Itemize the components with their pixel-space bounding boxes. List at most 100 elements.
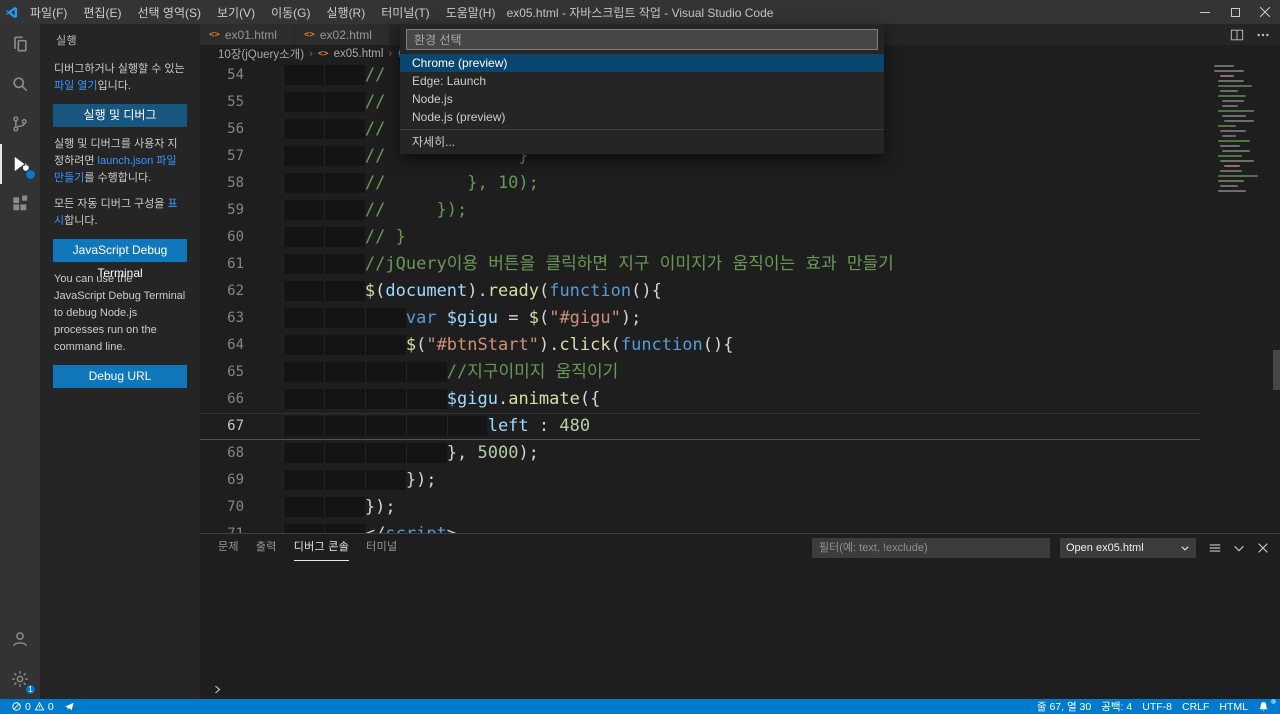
error-icon (12, 702, 21, 711)
indentation[interactable]: 공백: 4 (1096, 699, 1137, 714)
more-actions-icon[interactable] (1256, 28, 1270, 42)
minimap-mark (1224, 165, 1240, 167)
code-text: // }); (283, 197, 467, 224)
breadcrumb-item-folder[interactable]: 10장(jQuery소개) (218, 46, 304, 62)
quick-pick-item[interactable]: 자세히... (400, 133, 884, 151)
editor-tab[interactable]: <> ex01.html (200, 24, 295, 45)
line-number: 65 (227, 364, 244, 380)
minimap[interactable] (1210, 62, 1272, 195)
warning-icon (34, 701, 45, 711)
cursor-position[interactable]: 줄 67, 열 30 (1032, 699, 1096, 714)
notifications-button[interactable] (1253, 699, 1276, 712)
run-and-debug-button[interactable]: 실행 및 디버그 (53, 104, 187, 127)
quick-pick-separator (400, 129, 884, 130)
code-line[interactable]: 66 $gigu.animate({ (200, 386, 1200, 413)
code-text: </script> (283, 521, 457, 533)
minimap-mark (1218, 80, 1244, 82)
sidebar-item-explorer[interactable] (0, 24, 40, 64)
js-debug-terminal-button[interactable]: JavaScript Debug Terminal (53, 239, 187, 280)
quick-pick-item[interactable]: Chrome (preview) (400, 54, 884, 72)
code-line[interactable]: 61 //jQuery이용 버튼을 클릭하면 지구 이미지가 움직이는 효과 만… (200, 251, 1200, 278)
code-text: }); (283, 467, 437, 494)
code-line[interactable]: 58 // }, 10); (200, 170, 1200, 197)
panel-tab[interactable]: 출력 (256, 534, 277, 561)
minimap-mark (1220, 160, 1254, 162)
tab-bar-tabs: <> ex01.html <> ex02.html (200, 24, 390, 45)
minimap-mark (1220, 145, 1240, 147)
code-line[interactable]: 63 var $gigu = $("#gigu"); (200, 305, 1200, 332)
console-session-select[interactable]: Open ex05.html (1060, 537, 1196, 558)
menu-item[interactable]: 파일(F) (22, 0, 75, 24)
split-editor-icon[interactable] (1230, 28, 1244, 42)
sidebar-text: 모든 자동 디버그 구성을 표시합니다. (54, 198, 178, 227)
debug-console-output (200, 561, 1280, 680)
menu-item[interactable]: 이동(G) (263, 0, 318, 24)
code-line[interactable]: 68 }, 5000); (200, 440, 1200, 467)
panel-tabs: 문제 출력 디버그 콘솔 터미널 (218, 534, 397, 561)
menu-item[interactable]: 선택 영역(S) (129, 0, 209, 24)
minimap-mark (1218, 125, 1236, 127)
activity-bar: 1 (0, 24, 40, 699)
panel-menu-icon[interactable] (1208, 541, 1222, 555)
maximize-button[interactable] (1220, 0, 1250, 24)
panel-tab[interactable]: 디버그 콘솔 (293, 534, 350, 561)
settings-button[interactable]: 1 (0, 659, 40, 699)
sidebar-item-source-control[interactable] (0, 104, 40, 144)
problems-status[interactable]: 0 0 (6, 701, 59, 713)
quick-pick-item[interactable]: Edge: Launch (400, 72, 884, 90)
minimize-button[interactable] (1190, 0, 1220, 24)
sidebar-item-run-and-debug[interactable] (0, 144, 40, 184)
line-number: 70 (227, 499, 244, 515)
sidebar-item-search[interactable] (0, 64, 40, 104)
code-line[interactable]: 69 }); (200, 467, 1200, 494)
eol[interactable]: CRLF (1177, 701, 1214, 713)
close-button[interactable] (1250, 0, 1280, 24)
quick-pick-item[interactable]: Node.js (preview) (400, 108, 884, 126)
code-line[interactable]: 71 </script> (200, 521, 1200, 533)
code-line[interactable]: 62 $(document).ready(function(){ (200, 278, 1200, 305)
menu-item[interactable]: 터미널(T) (373, 0, 437, 24)
menu-item[interactable]: 실행(R) (318, 0, 373, 24)
code-text: // }, 10); (283, 170, 539, 197)
source-control-icon (13, 116, 27, 132)
code-line[interactable]: 60 // } (200, 224, 1200, 251)
feedback-status[interactable] (59, 701, 80, 712)
code-text: // (283, 89, 385, 116)
line-number: 60 (227, 229, 244, 245)
debug-console-input[interactable] (200, 680, 1280, 699)
line-number: 54 (227, 67, 244, 83)
console-filter-input[interactable] (812, 537, 1050, 558)
line-number: 55 (227, 94, 244, 110)
code-line[interactable]: 70 }); (200, 494, 1200, 521)
menu-item[interactable]: 편집(E) (75, 0, 129, 24)
menu-item[interactable]: 도움말(H) (438, 0, 504, 24)
code-line[interactable]: 67 left : 480 (200, 413, 1200, 440)
panel-tab[interactable]: 터미널 (366, 534, 397, 561)
chevron-down-icon (1181, 545, 1189, 551)
account-button[interactable] (0, 619, 40, 659)
sidebar-link[interactable]: 파일 열기 (54, 80, 98, 92)
code-line[interactable]: 64 $("#btnStart").click(function(){ (200, 332, 1200, 359)
panel-collapse-icon[interactable] (1232, 541, 1246, 555)
html-file-icon: <> (317, 48, 329, 59)
encoding[interactable]: UTF-8 (1137, 701, 1177, 713)
code-line[interactable]: 59 // }); (200, 197, 1200, 224)
extensions-icon (13, 195, 28, 211)
menu-item[interactable]: 보기(V) (209, 0, 263, 24)
debug-url-button[interactable]: Debug URL (53, 365, 187, 388)
scrollbar[interactable] (1273, 350, 1280, 390)
sidebar-item-extensions[interactable] (0, 184, 40, 224)
panel-tab[interactable]: 문제 (218, 534, 239, 561)
minimap-mark (1224, 120, 1254, 122)
title-bar: 파일(F) 편집(E) 선택 영역(S) 보기(V) 이동(G) 실행(R) 터미널(T) 도… (0, 0, 1280, 24)
status-bar: 0 0 줄 67, 열 30 공백: 4 UTF-8 CRLF HTML (0, 699, 1280, 714)
code-line[interactable]: 65 //지구이미지 움직이기 (200, 359, 1200, 386)
editor-tab[interactable]: <> ex02.html (295, 24, 390, 45)
quick-pick-input[interactable] (406, 29, 878, 50)
line-number: 62 (227, 283, 244, 299)
minimap-mark (1218, 180, 1244, 182)
language-mode[interactable]: HTML (1214, 701, 1253, 713)
panel-close-icon[interactable] (1256, 541, 1270, 555)
breadcrumb-item-file[interactable]: ex05.html (334, 48, 384, 60)
quick-pick-item[interactable]: Node.js (400, 90, 884, 108)
